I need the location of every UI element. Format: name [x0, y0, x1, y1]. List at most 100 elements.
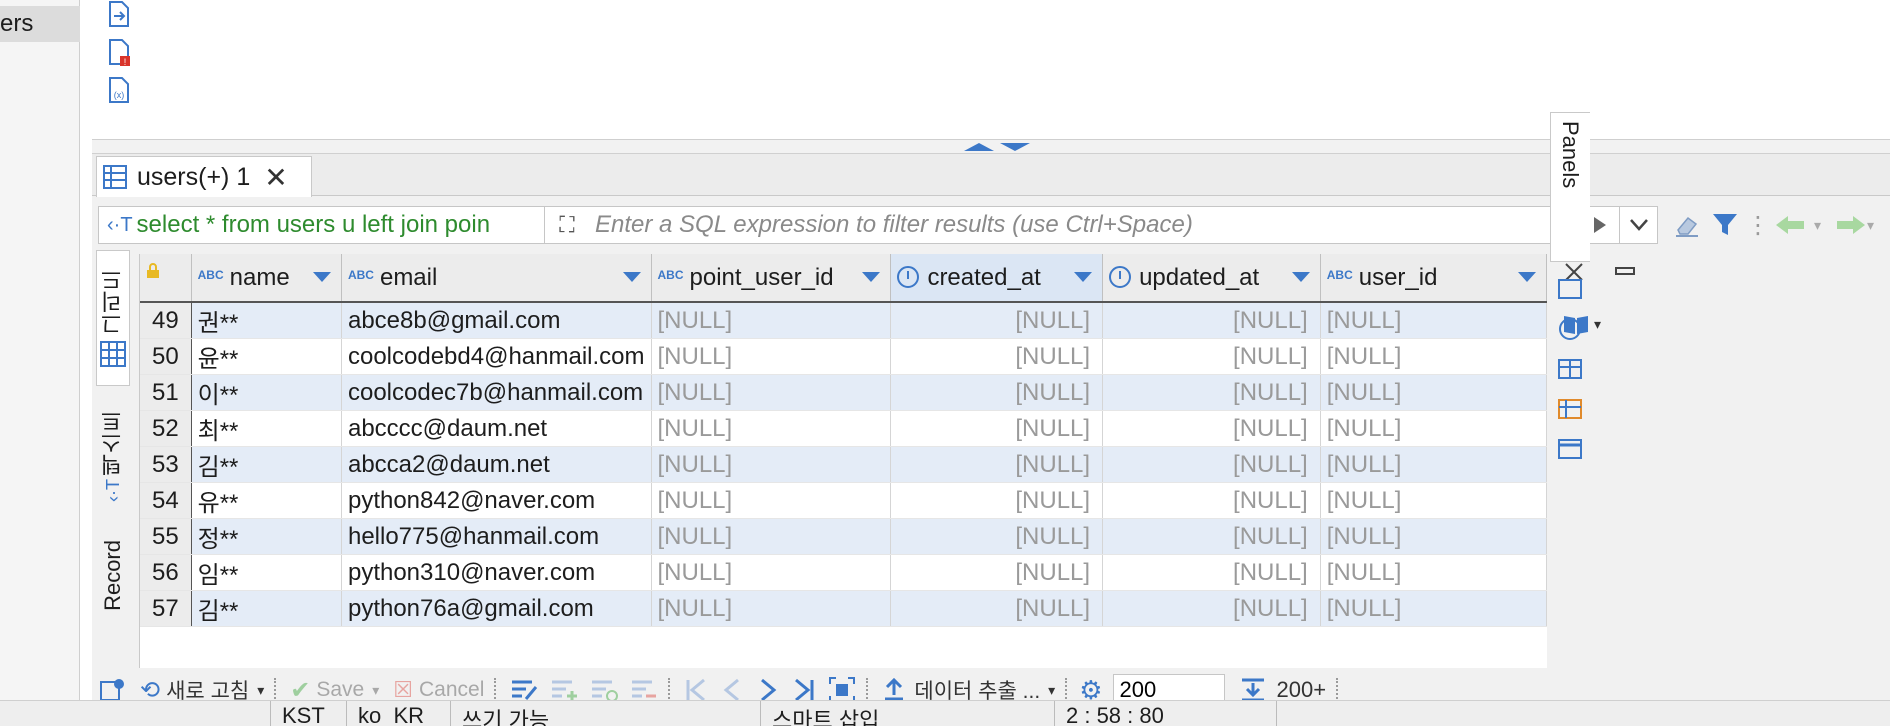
cell-name[interactable]: 김**	[191, 446, 342, 483]
cell-email[interactable]: abce8b@gmail.com	[341, 302, 652, 339]
cell-point-user-id[interactable]: [NULL]	[651, 482, 892, 519]
tab-text[interactable]: 텍스트 ‹·T	[96, 400, 130, 510]
back-arrow-icon[interactable]	[1774, 213, 1814, 237]
cell-point-user-id[interactable]: [NULL]	[651, 554, 892, 591]
row-number[interactable]: 56	[140, 554, 192, 591]
forward-arrow-icon[interactable]	[1827, 213, 1867, 237]
table-row[interactable]: 56 임** python310@naver.com [NULL] [NULL]…	[140, 554, 1547, 591]
eraser-icon[interactable]	[1672, 210, 1702, 240]
cell-name[interactable]: 김**	[191, 590, 342, 627]
export-dropdown-icon[interactable]: ▾	[1048, 682, 1055, 699]
sort-arrow-icon[interactable]	[622, 272, 641, 282]
cell-name[interactable]: 이**	[191, 374, 342, 411]
table-row[interactable]: 49 권** abce8b@gmail.com [NULL] [NULL] [N…	[140, 302, 1547, 339]
sort-arrow-icon[interactable]	[862, 272, 881, 282]
tab-grid[interactable]: 그리드	[96, 250, 130, 386]
sort-arrow-icon[interactable]	[1518, 272, 1536, 282]
side-panel-icon-2[interactable]	[1555, 316, 1585, 342]
tree-item-users[interactable]: ers	[0, 6, 80, 42]
cell-updated-at[interactable]: [NULL]	[1102, 302, 1321, 339]
filter-icon[interactable]	[1710, 210, 1740, 240]
column-header-updated-at[interactable]: updated_at	[1102, 254, 1321, 303]
cell-created-at[interactable]: [NULL]	[890, 590, 1104, 627]
cell-email[interactable]: python310@naver.com	[341, 554, 652, 591]
table-row[interactable]: 50 윤** coolcodebd4@hanmail.com [NULL] [N…	[140, 338, 1547, 375]
cell-user-id[interactable]: [NULL]	[1320, 518, 1547, 555]
table-row[interactable]: 53 김** abcca2@daum.net [NULL] [NULL] [NU…	[140, 446, 1547, 483]
back-dropdown-icon[interactable]: ▾	[1814, 217, 1821, 234]
column-header-point-user-id[interactable]: ABC point_user_id	[651, 254, 892, 303]
cell-point-user-id[interactable]: [NULL]	[651, 302, 892, 339]
variables-file-icon[interactable]: (x)	[106, 76, 132, 106]
cell-email[interactable]: hello775@hanmail.com	[341, 518, 652, 555]
refresh-dropdown-icon[interactable]: ▾	[257, 682, 264, 699]
filter-history-dropdown-icon[interactable]	[1619, 207, 1657, 243]
cell-updated-at[interactable]: [NULL]	[1102, 410, 1321, 447]
cell-user-id[interactable]: [NULL]	[1320, 446, 1547, 483]
cell-user-id[interactable]: [NULL]	[1320, 410, 1547, 447]
maximize-panel-icon[interactable]	[962, 141, 1032, 153]
forward-dropdown-icon[interactable]: ▾	[1867, 217, 1874, 234]
cell-updated-at[interactable]: [NULL]	[1102, 590, 1321, 627]
cell-user-id[interactable]: [NULL]	[1320, 482, 1547, 519]
cell-point-user-id[interactable]: [NULL]	[651, 374, 892, 411]
cell-created-at[interactable]: [NULL]	[890, 410, 1104, 447]
cell-created-at[interactable]: [NULL]	[890, 518, 1104, 555]
cell-point-user-id[interactable]: [NULL]	[651, 410, 892, 447]
column-header-created-at[interactable]: created_at	[890, 254, 1104, 303]
cell-updated-at[interactable]: [NULL]	[1102, 482, 1321, 519]
cell-user-id[interactable]: [NULL]	[1320, 554, 1547, 591]
cell-name[interactable]: 윤**	[191, 338, 342, 375]
cell-updated-at[interactable]: [NULL]	[1102, 338, 1321, 375]
tab-users-result[interactable]: users(+) 1 ✕	[96, 156, 312, 197]
cell-created-at[interactable]: [NULL]	[890, 446, 1104, 483]
row-number[interactable]: 55	[140, 518, 192, 555]
cell-email[interactable]: python842@naver.com	[341, 482, 652, 519]
export-file-icon[interactable]	[106, 0, 132, 30]
table-row[interactable]: 55 정** hello775@hanmail.com [NULL] [NULL…	[140, 518, 1547, 555]
cell-point-user-id[interactable]: [NULL]	[651, 338, 892, 375]
cell-name[interactable]: 최**	[191, 410, 342, 447]
cell-created-at[interactable]: [NULL]	[890, 302, 1104, 339]
side-panel-icon-5[interactable]	[1555, 436, 1585, 462]
row-number[interactable]: 49	[140, 302, 192, 339]
row-number[interactable]: 51	[140, 374, 192, 411]
row-number[interactable]: 52	[140, 410, 192, 447]
cell-point-user-id[interactable]: [NULL]	[651, 446, 892, 483]
cell-created-at[interactable]: [NULL]	[890, 338, 1104, 375]
cell-email[interactable]: coolcodec7b@hanmail.com	[341, 374, 652, 411]
side-panel-icon-3[interactable]	[1555, 356, 1585, 382]
sql-query-preview[interactable]: ‹·T select * from users u left join poin	[99, 207, 545, 243]
row-number[interactable]: 53	[140, 446, 192, 483]
side-panel-icon-1[interactable]	[1555, 276, 1585, 302]
column-header-email[interactable]: ABC email	[341, 254, 652, 303]
cell-created-at[interactable]: [NULL]	[890, 482, 1104, 519]
cell-point-user-id[interactable]: [NULL]	[651, 518, 892, 555]
sort-arrow-icon[interactable]	[312, 272, 331, 282]
cell-user-id[interactable]: [NULL]	[1320, 302, 1547, 339]
cell-email[interactable]: abcccc@daum.net	[341, 410, 652, 447]
tab-record[interactable]: Record	[96, 520, 130, 630]
cell-updated-at[interactable]: [NULL]	[1102, 374, 1321, 411]
row-number[interactable]: 54	[140, 482, 192, 519]
panels-side-tab[interactable]: Panels	[1550, 112, 1590, 262]
table-row[interactable]: 52 최** abcccc@daum.net [NULL] [NULL] [NU…	[140, 410, 1547, 447]
cell-user-id[interactable]: [NULL]	[1320, 590, 1547, 627]
sql-editor[interactable]: ! (x)	[92, 0, 1890, 140]
results-grid[interactable]: ABC name ABC email ABC point_user_id create…	[139, 254, 1547, 668]
save-dropdown-icon[interactable]: ▾	[372, 682, 379, 699]
panel-splitter[interactable]	[92, 140, 1890, 154]
column-header-user-id[interactable]: ABC user_id	[1320, 254, 1547, 303]
cell-name[interactable]: 권**	[191, 302, 342, 339]
row-number-header[interactable]	[140, 254, 192, 303]
minimize-panel-icon[interactable]	[1614, 262, 1636, 283]
cell-user-id[interactable]: [NULL]	[1320, 374, 1547, 411]
cell-name[interactable]: 정**	[191, 518, 342, 555]
row-number[interactable]: 57	[140, 590, 192, 627]
close-tab-icon[interactable]: ✕	[264, 161, 287, 194]
row-number[interactable]: 50	[140, 338, 192, 375]
table-row[interactable]: 51 이** coolcodec7b@hanmail.com [NULL] [N…	[140, 374, 1547, 411]
sort-arrow-icon[interactable]	[1074, 272, 1093, 282]
cell-created-at[interactable]: [NULL]	[890, 374, 1104, 411]
cell-updated-at[interactable]: [NULL]	[1102, 446, 1321, 483]
